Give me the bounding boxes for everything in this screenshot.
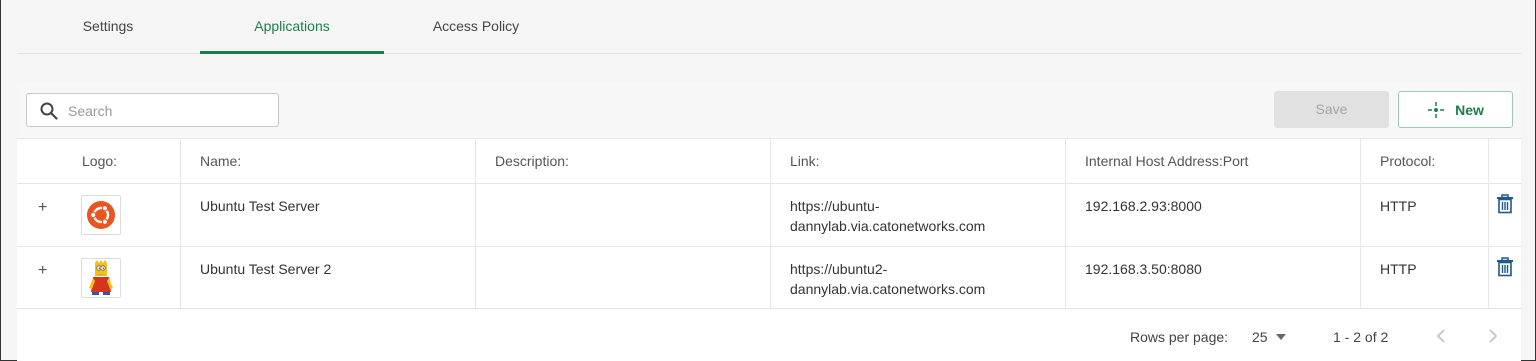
app-logo [81,195,121,235]
actions-cell [1489,184,1521,246]
actions-cell [1489,247,1521,308]
trash-icon[interactable] [1496,194,1514,214]
protocol-cell: HTTP [1361,247,1489,308]
header-description: Description: [476,139,771,183]
app-logo [81,258,121,298]
link-line-2: dannylab.via.catonetworks.com [790,218,986,234]
header-link: Link: [771,139,1066,183]
table-header: Logo: Name: Description: Link: Internal … [17,138,1521,184]
sparkle-plus-icon [1428,101,1445,118]
cartoon-character-icon [89,260,113,295]
rows-per-page-label: Rows per page: [1130,329,1229,345]
table-row: + Ubuntu Test Server 2 https://ubuntu2- … [17,247,1521,309]
expand-row-button[interactable]: + [38,198,47,218]
tab-settings[interactable]: Settings [57,0,159,54]
expand-cell: + [17,247,63,308]
link-cell: https://ubuntu- dannylab.via.catonetwork… [771,184,1066,246]
tab-applications[interactable]: Applications [200,0,384,54]
search-icon [40,102,58,120]
rows-per-page-select[interactable]: 25 [1252,329,1286,345]
search-input[interactable] [68,101,268,121]
chevron-right-icon[interactable] [1487,326,1499,346]
pagination-range: 1 - 2 of 2 [1333,329,1389,345]
toolbar: Save New [17,83,1521,138]
link-line-1: https://ubuntu- [790,198,880,214]
header-host: Internal Host Address:Port [1066,139,1361,183]
link-line-2: dannylab.via.catonetworks.com [790,281,986,297]
host-cell: 192.168.3.50:8080 [1066,247,1361,308]
chevron-left-icon[interactable] [1435,326,1447,346]
link-cell: https://ubuntu2- dannylab.via.catonetwor… [771,247,1066,308]
expand-row-button[interactable]: + [38,261,47,281]
caret-down-icon [1275,334,1286,340]
tab-access-policy[interactable]: Access Policy [417,0,535,54]
host-cell: 192.168.2.93:8000 [1066,184,1361,246]
app-frame: Settings Applications Access Policy Save [0,0,1536,361]
header-expand [17,139,63,183]
protocol-cell: HTTP [1361,184,1489,246]
tab-bar: Settings Applications Access Policy [17,0,1521,54]
name-cell: Ubuntu Test Server 2 [181,247,476,308]
trash-icon[interactable] [1496,257,1514,277]
save-button[interactable]: Save [1274,91,1389,128]
search-box [26,93,279,127]
link-line-1: https://ubuntu2- [790,261,888,277]
new-button[interactable]: New [1398,91,1513,128]
logo-cell [63,184,181,246]
applications-panel: Save New Logo: Name: Description: Link: [17,83,1521,361]
header-actions [1489,139,1521,183]
name-cell: Ubuntu Test Server [181,184,476,246]
logo-cell [63,247,181,308]
new-button-label: New [1455,101,1484,118]
description-cell [476,247,771,308]
table-pagination: Rows per page: 25 1 - 2 of 2 [17,309,1521,361]
expand-cell: + [17,184,63,246]
header-protocol: Protocol: [1361,139,1489,183]
ubuntu-logo-icon [87,201,115,229]
header-name: Name: [181,139,476,183]
rows-per-page-value: 25 [1252,329,1268,345]
description-cell [476,184,771,246]
header-logo: Logo: [63,139,181,183]
table-row: + Ubuntu Test Server https://ubuntu- dan… [17,184,1521,247]
